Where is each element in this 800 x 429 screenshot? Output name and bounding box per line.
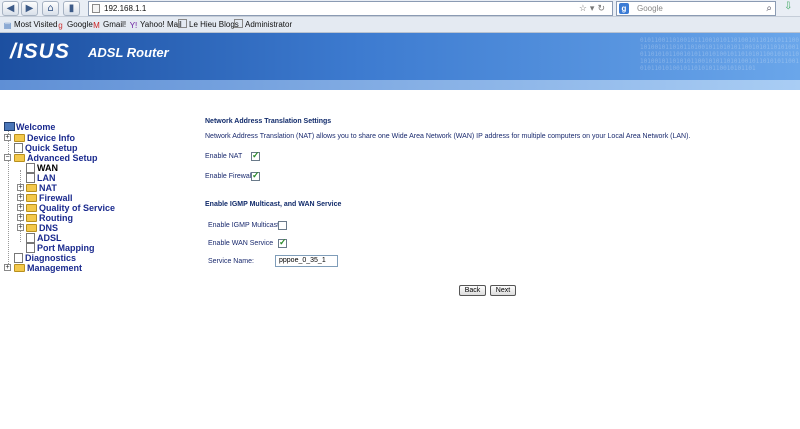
page-icon — [92, 4, 100, 13]
sidebar-item-firewall[interactable]: + Firewall — [17, 193, 73, 203]
collapse-icon[interactable]: − — [4, 154, 11, 161]
address-bar[interactable]: 192.168.1.1 ☆▾↻ — [88, 1, 613, 16]
enable-firewall-checkbox[interactable] — [251, 170, 260, 181]
expand-icon[interactable]: + — [17, 214, 24, 221]
sidebar-item-routing[interactable]: + Routing — [17, 213, 73, 223]
sidebar-item-quick-setup[interactable]: Quick Setup — [14, 143, 78, 153]
folder-icon — [26, 224, 37, 232]
sidebar-item-dns[interactable]: + DNS — [17, 223, 58, 233]
back-arrow-icon[interactable]: ◀ — [2, 1, 19, 16]
bookmarks-bar: ▤ Most Visited g Google M Gmail! Y! Yahoo! M… — [0, 17, 800, 33]
wan-service-checkbox[interactable] — [278, 237, 287, 248]
enable-nat-checkbox[interactable] — [251, 150, 260, 161]
page-icon — [178, 19, 187, 28]
search-box[interactable]: g Google ⌕ — [616, 1, 776, 16]
igmp-multicast-label: Enable IGMP Multicast — [208, 222, 280, 229]
browser-toolbar: ◀ ▶ ⌂ ▮ 192.168.1.1 ☆▾↻ g Google ⌕ ⇩ — [0, 0, 800, 17]
bookmark-le-hieu-blogs[interactable]: Le Hieu Blogs — [178, 17, 239, 32]
bookmark-yahoo-mail[interactable]: Y! Yahoo! Mail — [129, 17, 182, 32]
sidebar-item-management[interactable]: + Management — [4, 263, 82, 273]
bookmark-most-visited[interactable]: ▤ Most Visited — [3, 17, 58, 32]
nat-section-title: Network Address Translation Settings — [205, 118, 332, 125]
most-visited-icon: ▤ — [3, 21, 12, 30]
expand-icon[interactable]: + — [17, 184, 24, 191]
product-name: ADSL Router — [88, 45, 169, 60]
download-icon[interactable]: ⇩ — [784, 1, 798, 16]
folder-icon — [26, 214, 37, 222]
router-banner: 0101100110100101110010101101001011010101… — [0, 33, 800, 90]
page-icon — [26, 233, 35, 243]
tree-line — [8, 130, 9, 266]
expand-icon[interactable]: + — [17, 204, 24, 211]
wan-service-label: Enable WAN Service — [208, 240, 274, 247]
gmail-icon: M — [93, 21, 100, 30]
enable-nat-label: Enable NAT — [205, 153, 243, 160]
content-area: Welcome + Device Info Quick Setup − Advanc… — [0, 90, 800, 429]
page-icon — [234, 19, 243, 28]
sidebar-item-diagnostics[interactable]: Diagnostics — [14, 253, 76, 263]
expand-icon[interactable]: + — [17, 194, 24, 201]
service-name-input[interactable]: pppoe_0_35_1 — [275, 255, 338, 267]
sidebar-item-welcome[interactable]: Welcome — [4, 122, 55, 132]
igmp-section-title: Enable IGMP Multicast, and WAN Service — [205, 201, 342, 208]
google-icon: g — [619, 3, 629, 14]
expand-icon[interactable]: + — [4, 264, 11, 271]
sidebar-item-lan[interactable]: LAN — [26, 173, 56, 183]
search-placeholder: Google — [637, 4, 663, 13]
igmp-multicast-checkbox[interactable] — [278, 221, 287, 230]
sidebar-item-nat[interactable]: + NAT — [17, 183, 57, 193]
computer-icon — [4, 122, 15, 131]
expand-icon[interactable]: + — [4, 134, 11, 141]
bookmark-gmail[interactable]: M Gmail! — [92, 17, 126, 32]
folder-icon — [26, 204, 37, 212]
sidebar-item-advanced-setup[interactable]: − Advanced Setup — [4, 153, 98, 163]
page-icon — [26, 173, 35, 183]
page-icon — [14, 253, 23, 263]
search-icon[interactable]: ⌕ — [766, 2, 772, 15]
bookmark-google[interactable]: g Google — [56, 17, 93, 32]
page-icon — [14, 143, 23, 153]
folder-icon — [14, 264, 25, 272]
open-folder-icon — [14, 154, 25, 162]
sidebar-item-port-mapping[interactable]: Port Mapping — [26, 243, 95, 253]
bookmark-administrator[interactable]: Administrator — [234, 17, 292, 32]
sidebar-item-wan[interactable]: WAN — [26, 163, 58, 173]
forward-arrow-icon[interactable]: ▶ — [21, 1, 38, 16]
expand-icon[interactable]: + — [17, 224, 24, 231]
yahoo-icon: Y! — [129, 21, 138, 30]
asus-logo: /ISUS — [10, 40, 70, 63]
home-icon[interactable]: ⌂ — [42, 1, 59, 16]
banner-stripe — [0, 80, 800, 90]
google-bookmark-icon: g — [58, 21, 63, 30]
binary-decoration: 0101100110100101110010101101001011010101… — [640, 37, 799, 72]
folder-icon — [26, 194, 37, 202]
back-button[interactable]: Back — [459, 285, 486, 296]
sidebar-item-adsl[interactable]: ADSL — [26, 233, 62, 243]
service-name-label: Service Name: — [208, 258, 254, 265]
nat-description: Network Address Translation (NAT) allows… — [205, 133, 691, 140]
sidebar-item-device-info[interactable]: + Device Info — [4, 133, 75, 143]
folder-icon — [14, 134, 25, 142]
bar-chart-icon[interactable]: ▮ — [63, 1, 80, 16]
next-button[interactable]: Next — [490, 285, 516, 296]
page-icon — [26, 243, 35, 253]
folder-icon — [26, 184, 37, 192]
address-text: 192.168.1.1 — [104, 4, 147, 13]
enable-firewall-label: Enable Firewall — [205, 173, 253, 180]
page-icon — [26, 163, 35, 173]
url-star-icon[interactable]: ☆▾↻ — [579, 2, 608, 15]
sidebar-item-quality-of-service[interactable]: + Quality of Service — [17, 203, 115, 213]
